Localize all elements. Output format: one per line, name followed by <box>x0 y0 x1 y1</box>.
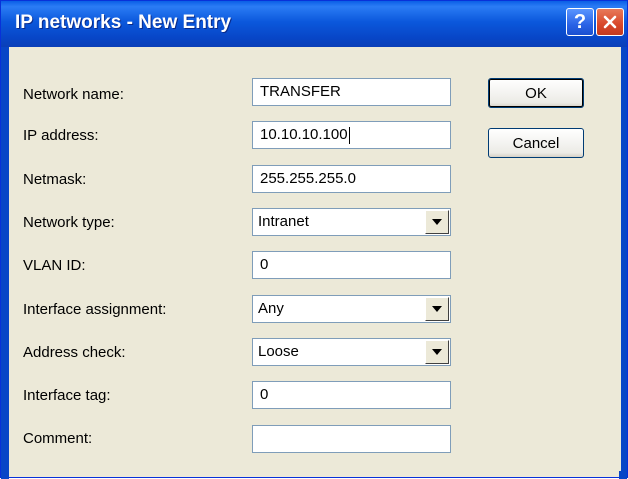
address-check-value: Loose <box>258 343 299 360</box>
cancel-button-label: Cancel <box>512 134 560 152</box>
network-name-label: Network name: <box>23 86 124 103</box>
interface-assignment-label: Interface assignment: <box>23 301 167 318</box>
ip-address-value: 10.10.10.100 <box>260 126 348 143</box>
close-button[interactable] <box>596 8 624 36</box>
network-type-label: Network type: <box>23 214 115 231</box>
address-check-dropdown-button[interactable] <box>425 340 449 364</box>
interface-tag-value: 0 <box>260 386 269 403</box>
title-bar[interactable]: IP networks - New Entry ? <box>1 1 627 47</box>
ok-button[interactable]: OK <box>488 78 584 108</box>
dialog-title: IP networks - New Entry <box>15 12 232 33</box>
netmask-label: Netmask: <box>23 171 87 188</box>
close-icon <box>602 14 618 30</box>
network-type-dropdown[interactable]: Intranet <box>252 208 451 236</box>
ok-button-label: OK <box>525 84 547 102</box>
chevron-down-icon <box>432 219 442 225</box>
help-icon: ? <box>573 11 587 33</box>
comment-label: Comment: <box>23 430 93 447</box>
interface-assignment-dropdown-button[interactable] <box>425 297 449 321</box>
interface-assignment-dropdown[interactable]: Any <box>252 295 451 323</box>
text-cursor <box>348 126 350 144</box>
network-type-dropdown-button[interactable] <box>425 210 449 234</box>
address-check-label: Address check: <box>23 344 126 361</box>
network-type-value: Intranet <box>258 213 309 230</box>
window-frame-left <box>1 47 9 479</box>
interface-tag-field[interactable]: 0 <box>252 381 451 409</box>
vlan-id-label: VLAN ID: <box>23 257 86 274</box>
help-button[interactable]: ? <box>566 8 594 36</box>
netmask-value: 255.255.255.0 <box>260 170 356 187</box>
dialog-window: IP networks - New Entry ? Network name: … <box>0 0 628 479</box>
chevron-down-icon <box>432 349 442 355</box>
interface-assignment-value: Any <box>258 300 284 317</box>
chevron-down-icon <box>432 306 442 312</box>
comment-field[interactable] <box>252 425 451 453</box>
vlan-id-value: 0 <box>260 256 269 273</box>
vlan-id-field[interactable]: 0 <box>252 251 451 279</box>
address-check-dropdown[interactable]: Loose <box>252 338 451 366</box>
interface-tag-label: Interface tag: <box>23 387 111 404</box>
netmask-field[interactable]: 255.255.255.0 <box>252 165 451 193</box>
network-name-value: TRANSFER <box>260 83 341 100</box>
ip-address-field[interactable]: 10.10.10.100 <box>252 121 451 149</box>
cancel-button[interactable]: Cancel <box>488 128 584 158</box>
network-name-field[interactable]: TRANSFER <box>252 78 451 106</box>
ip-address-label: IP address: <box>23 127 99 144</box>
